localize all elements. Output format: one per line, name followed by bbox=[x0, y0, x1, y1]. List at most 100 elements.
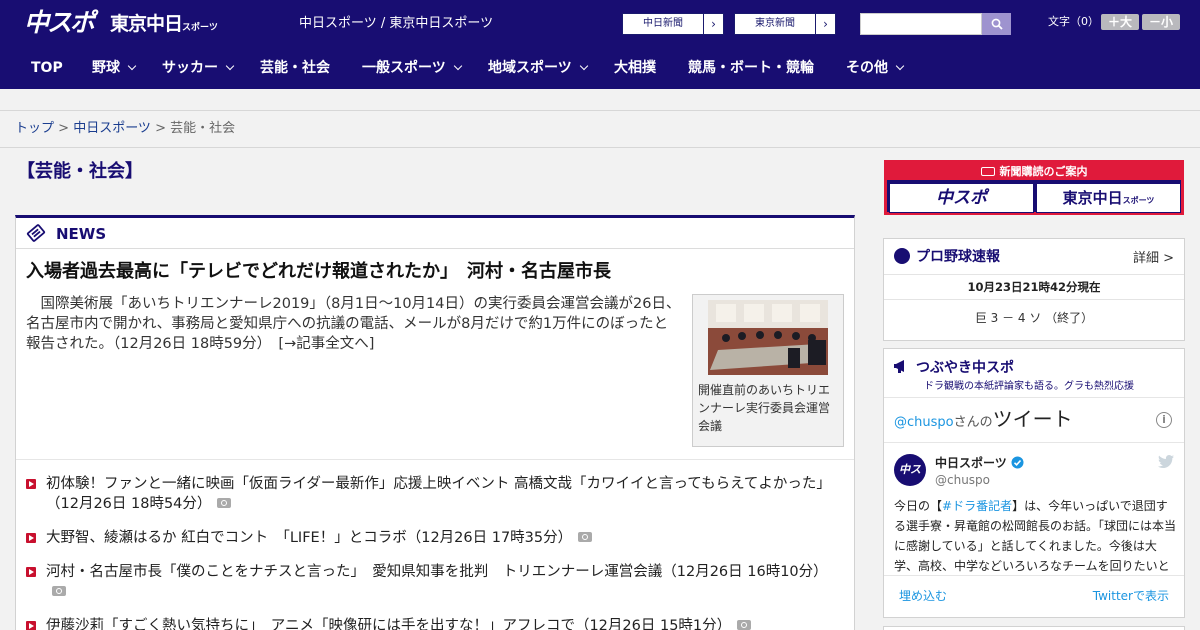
timeline-title: @chuspoさんのツイート bbox=[894, 408, 1073, 434]
breadcrumb: トップ > 中日スポーツ > 芸能・社会 bbox=[15, 121, 235, 137]
baseball-heading: プロ野球速報 bbox=[894, 248, 1000, 266]
site-title-link[interactable]: 中日スポーツ / 東京中日スポーツ bbox=[299, 15, 493, 33]
megaphone-icon bbox=[894, 360, 904, 373]
font-smaller-button[interactable]: －小 bbox=[1142, 14, 1180, 30]
breadcrumb-top-link[interactable]: トップ bbox=[15, 121, 54, 136]
embed-link[interactable]: 埋め込む bbox=[899, 587, 947, 604]
tweet-heading: つぶやき中スポ bbox=[894, 357, 1014, 377]
divider bbox=[16, 459, 854, 460]
nav-item-general-sports[interactable]: 一般スポーツ bbox=[362, 48, 462, 89]
bullet-arrow-icon bbox=[26, 479, 36, 489]
subscribe-tokyo-button[interactable]: 東京中日スポーツ bbox=[1036, 183, 1181, 213]
list-item-text: 大野智、綾瀬はるか 紅白でコント 「LIFE！」とコラボ（12月26日 17時3… bbox=[46, 530, 573, 546]
camera-icon bbox=[217, 498, 232, 508]
tweet-author-name-text: 中日スポーツ bbox=[935, 456, 1007, 470]
nav-item-label: 地域スポーツ bbox=[488, 60, 572, 76]
sidebar-box bbox=[883, 626, 1185, 630]
lead-article-text[interactable]: 国際美術展「あいちトリエンナーレ2019」（8月1日～10月14日）の実行委員会… bbox=[26, 294, 681, 354]
nav-item-label: その他 bbox=[846, 60, 888, 76]
news-icon bbox=[26, 224, 46, 242]
view-on-twitter-link[interactable]: Twitterで表示 bbox=[1093, 587, 1169, 604]
lead-photo-caption: 開催直前のあいちトリエンナーレ実行委員会運営会議 bbox=[698, 383, 831, 433]
camera-icon bbox=[52, 586, 66, 596]
list-item-text: 河村・名古屋市長「僕のことをナチスと言った」 愛知県知事を批判 トリエンナーレ運… bbox=[46, 564, 828, 580]
lead-photo[interactable]: 開催直前のあいちトリエンナーレ実行委員会運営会議 bbox=[692, 294, 844, 447]
list-item[interactable]: 大野智、綾瀬はるか 紅白でコント 「LIFE！」とコラボ（12月26日 17時3… bbox=[26, 528, 846, 548]
divider bbox=[884, 442, 1184, 443]
nav-item-other[interactable]: その他 bbox=[846, 48, 905, 89]
tweet-text-pre: 今日の【 bbox=[894, 499, 943, 513]
list-item[interactable]: 伊藤沙莉「すごく熱い気持ちに」 アニメ「映像研には手を出すな！」アフレコで（12… bbox=[26, 616, 846, 630]
font-size-label: 文字（0） bbox=[1048, 15, 1099, 28]
breadcrumb-current: 芸能・社会 bbox=[170, 121, 236, 136]
camera-icon bbox=[737, 620, 752, 630]
tokyo-shimbun-link[interactable]: 東京新聞 › bbox=[734, 13, 836, 35]
tokyo-chunichi-logo-text: 東京中日 bbox=[110, 13, 183, 35]
info-icon[interactable]: i bbox=[1156, 412, 1172, 428]
baseball-detail-link[interactable]: 詳細 > bbox=[1133, 247, 1174, 266]
page-title: 【芸能・社会】 bbox=[17, 161, 143, 182]
chunichi-shimbun-link[interactable]: 中日新聞 › bbox=[622, 13, 724, 35]
baseball-date: 10月23日21時42分現在 bbox=[884, 274, 1184, 300]
subscription-heading: 新聞購読のご案内 bbox=[887, 163, 1181, 180]
camera-icon bbox=[578, 532, 593, 542]
subscribe-tokyo-label-small: スポーツ bbox=[1122, 196, 1155, 205]
nav-item-label: 競馬・ボート・競輪 bbox=[688, 60, 814, 76]
lead-article-title[interactable]: 入場者過去最高に「テレビでどれだけ報道されたか」 河村・名古屋市長 bbox=[26, 260, 611, 284]
breadcrumb-separator: > bbox=[150, 121, 171, 136]
tokyo-chunichi-logo-small: スポーツ bbox=[182, 23, 218, 33]
nav-item-label: TOP bbox=[31, 60, 63, 76]
tweet-subheading: ドラ観戦の本紙評論家も語る。グラも熱烈応援 bbox=[924, 381, 1134, 392]
news-list: 初体験！ファンと一緒に映画「仮面ライダー最新作」応援上映イベント 高橋文哉「カワ… bbox=[26, 474, 846, 630]
nav-item-regional-sports[interactable]: 地域スポーツ bbox=[488, 48, 588, 89]
verified-icon bbox=[1011, 456, 1024, 469]
nav-item-keiba[interactable]: 競馬・ボート・競輪 bbox=[688, 48, 814, 89]
newspaper-icon bbox=[980, 167, 995, 176]
lead-photo-image bbox=[708, 300, 828, 375]
chuspo-logo[interactable]: 中スポ bbox=[24, 8, 95, 38]
tweet-author-handle[interactable]: @chuspo bbox=[935, 473, 990, 487]
chunichi-shimbun-label: 中日新聞 bbox=[643, 18, 683, 29]
chevron-down-icon bbox=[895, 61, 905, 71]
nav-item-label: 一般スポーツ bbox=[362, 60, 446, 76]
tweet-author-name[interactable]: 中日スポーツ bbox=[935, 455, 1024, 471]
baseball-score[interactable]: 巨 3 － 4 ソ （終了） bbox=[884, 309, 1184, 326]
chevron-down-icon bbox=[225, 61, 235, 71]
font-larger-button[interactable]: ＋大 bbox=[1101, 14, 1139, 30]
tweet-heading-text: つぶやき中スポ bbox=[916, 360, 1014, 376]
search-input[interactable] bbox=[860, 13, 982, 35]
timeline-handle-link[interactable]: @chuspo bbox=[894, 415, 954, 430]
timeline-san: さんの bbox=[953, 415, 993, 430]
breadcrumb-chunichi-link[interactable]: 中日スポーツ bbox=[73, 121, 151, 136]
nav-item-top[interactable]: TOP bbox=[31, 48, 63, 89]
divider bbox=[884, 575, 1184, 576]
tweet-hashtag-link[interactable]: #ドラ番記者 bbox=[942, 499, 1012, 513]
twitter-bird-icon[interactable] bbox=[1158, 455, 1174, 468]
search-button[interactable] bbox=[982, 13, 1011, 35]
list-item[interactable]: 河村・名古屋市長「僕のことをナチスと言った」 愛知県知事を批判 トリエンナーレ運… bbox=[26, 562, 846, 602]
nav-item-soccer[interactable]: サッカー bbox=[162, 48, 235, 89]
tweet-text[interactable]: 今日の【#ドラ番記者】は、今年いっぱいで退団する選手寮・昇竜館の松岡館長のお話。… bbox=[894, 496, 1176, 573]
avatar[interactable]: 中スポ bbox=[894, 454, 926, 508]
news-box: NEWS 入場者過去最高に「テレビでどれだけ報道されたか」 河村・名古屋市長 国… bbox=[15, 215, 855, 630]
nav-item-entertainment[interactable]: 芸能・社会 bbox=[260, 48, 330, 89]
tokyo-chunichi-logo[interactable]: 東京中日スポーツ bbox=[110, 11, 218, 41]
subscribe-chuspo-label: 中スポ bbox=[936, 188, 987, 208]
bullet-arrow-icon bbox=[26, 621, 36, 630]
subscribe-chuspo-button[interactable]: 中スポ bbox=[889, 183, 1034, 213]
baseball-score-box: プロ野球速報 詳細 > 10月23日21時42分現在 巨 3 － 4 ソ （終了… bbox=[883, 238, 1185, 341]
main-nav: TOP 野球 サッカー 芸能・社会 一般スポーツ 地域スポーツ 大相撲 競馬・ボ… bbox=[0, 48, 1200, 89]
nav-item-baseball[interactable]: 野球 bbox=[92, 48, 137, 89]
header-bar: 中スポ 東京中日スポーツ 中日スポーツ / 東京中日スポーツ 中日新聞 › 東京… bbox=[0, 0, 1200, 48]
chevron-down-icon bbox=[127, 61, 137, 71]
search-form bbox=[860, 13, 1011, 35]
chevron-down-icon bbox=[453, 61, 462, 71]
twitter-timeline[interactable]: @chuspoさんのツイート i 中スポ 中日スポーツ @chuspo 今日の【… bbox=[884, 397, 1184, 573]
nav-item-sumo[interactable]: 大相撲 bbox=[614, 48, 656, 89]
tweet-box: つぶやき中スポ ドラ観戦の本紙評論家も語る。グラも熱烈応援 @chuspoさんの… bbox=[883, 348, 1185, 618]
subscribe-tokyo-label: 東京中日 bbox=[1062, 189, 1123, 207]
search-icon bbox=[991, 18, 1003, 30]
list-item[interactable]: 初体験！ファンと一緒に映画「仮面ライダー最新作」応援上映イベント 高橋文哉「カワ… bbox=[26, 474, 846, 514]
subscription-banner[interactable]: 新聞購読のご案内 中スポ 東京中日スポーツ bbox=[884, 160, 1184, 215]
chevron-right-icon: › bbox=[703, 14, 723, 34]
